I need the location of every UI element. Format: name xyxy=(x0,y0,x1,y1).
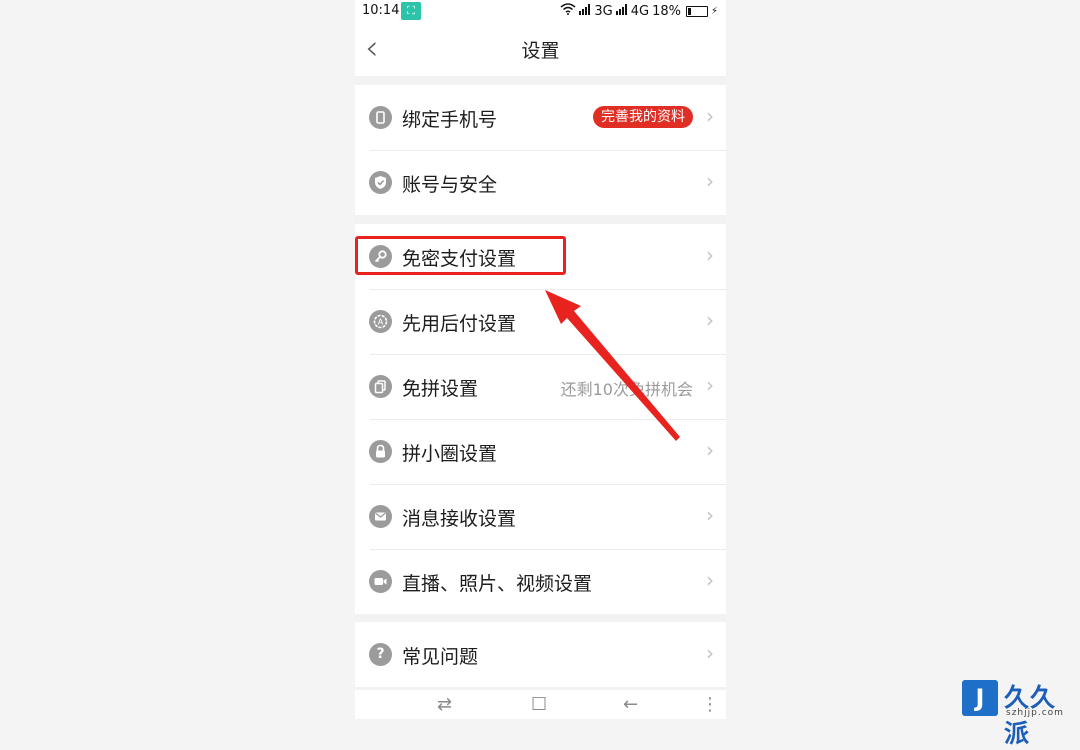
watermark: J 久久派 szhjjp.com xyxy=(962,678,1080,748)
recent-apps-icon[interactable]: ⇄ xyxy=(437,694,452,715)
watermark-domain: szhjjp.com xyxy=(1006,708,1064,718)
watermark-logo: J xyxy=(962,680,998,716)
annotation-arrow xyxy=(545,290,680,441)
menu-icon[interactable]: ⋮ xyxy=(701,694,719,715)
back-icon[interactable]: ← xyxy=(623,694,638,715)
phone-screen: 10:14 ⛶ 3G 4G 18% ⚡ ‹ 设置 绑定手机号 完善我的资料 › … xyxy=(355,0,726,719)
system-nav-bar: ⇄ ☐ ← ⋮ xyxy=(355,690,726,719)
home-icon[interactable]: ☐ xyxy=(531,694,547,715)
